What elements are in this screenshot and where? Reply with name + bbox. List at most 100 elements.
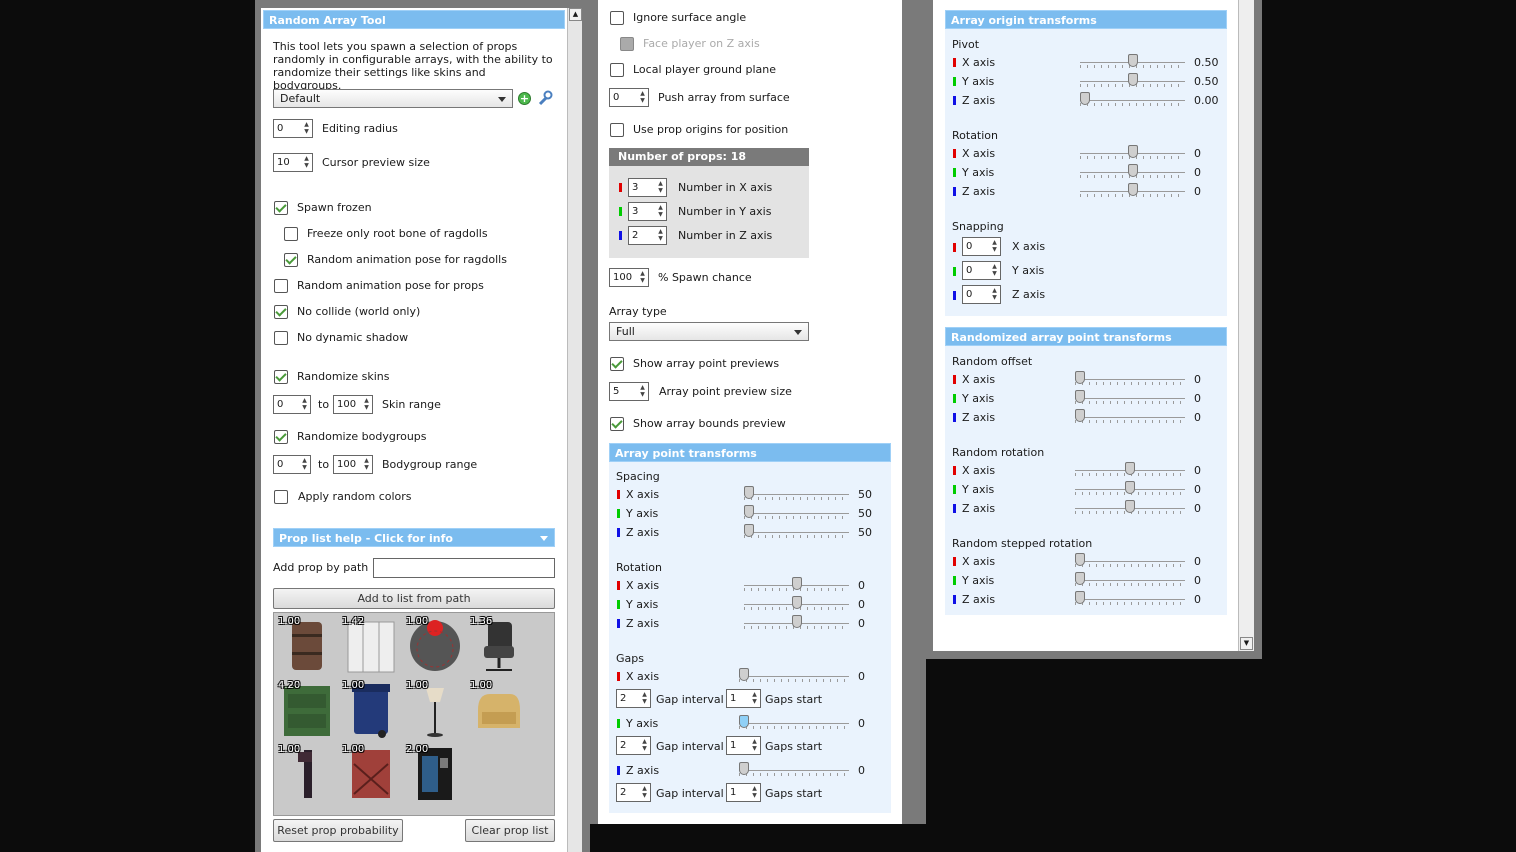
skin-to-input[interactable]: 100 ▲ ▼: [333, 395, 373, 414]
random-rotation-slider[interactable]: [1075, 481, 1185, 495]
mid-rotation-slider[interactable]: [744, 615, 849, 629]
random-offset-slider[interactable]: [1075, 371, 1185, 385]
pivot-slider[interactable]: [1080, 92, 1185, 106]
prop-lockers[interactable]: 1.42: [342, 616, 400, 674]
use-origins-checkbox[interactable]: [610, 123, 624, 137]
prop-office-chair[interactable]: 1.36: [470, 616, 528, 674]
random-stepped-slider-knob[interactable]: [1075, 553, 1085, 566]
random-offset-slider-knob[interactable]: [1075, 409, 1085, 422]
no-collide-checkbox[interactable]: [274, 305, 288, 319]
pivot-slider-knob[interactable]: [1127, 54, 1138, 67]
scrollbar-left[interactable]: ▲: [567, 8, 582, 852]
gap-slider-knob[interactable]: [739, 762, 749, 775]
mid-rotation-slider[interactable]: [744, 577, 849, 591]
scroll-down-icon[interactable]: ▼: [1240, 637, 1253, 650]
gap-interval-input[interactable]: 2 ▲ ▼: [616, 736, 651, 755]
prop-trash-bin[interactable]: 1.00: [342, 680, 400, 738]
prop-coat-rack[interactable]: 1.00: [278, 744, 336, 802]
scroll-up-icon[interactable]: ▲: [569, 8, 582, 21]
show-previews-checkbox[interactable]: [610, 357, 624, 371]
right-rotation-slider[interactable]: [1080, 145, 1185, 159]
pivot-slider-knob[interactable]: [1080, 92, 1090, 105]
gap-slider[interactable]: [739, 668, 849, 682]
push-array-input[interactable]: 0 ▲ ▼: [609, 88, 649, 107]
random-stepped-slider-knob[interactable]: [1075, 591, 1085, 604]
spacing-slider-knob[interactable]: [744, 486, 754, 499]
random-rotation-slider-knob[interactable]: [1125, 462, 1135, 475]
random-offset-slider[interactable]: [1075, 409, 1185, 423]
right-rotation-slider-knob[interactable]: [1127, 164, 1138, 177]
random-stepped-slider-knob[interactable]: [1075, 572, 1085, 585]
random-stepped-slider[interactable]: [1075, 553, 1185, 567]
spacing-slider[interactable]: [744, 524, 849, 538]
gap-slider-knob[interactable]: [739, 715, 749, 728]
snap-input[interactable]: 0 ▲ ▼: [962, 285, 1001, 304]
prop-vending-machine[interactable]: 2.00: [406, 744, 464, 802]
preset-dropdown[interactable]: Default: [273, 89, 513, 108]
pivot-slider[interactable]: [1080, 54, 1185, 68]
random-anim-ragdolls-checkbox[interactable]: [284, 253, 298, 267]
snap-input[interactable]: 0 ▲ ▼: [962, 261, 1001, 280]
snap-input[interactable]: 0 ▲ ▼: [962, 237, 1001, 256]
random-anim-props-checkbox[interactable]: [274, 279, 288, 293]
right-rotation-slider[interactable]: [1080, 183, 1185, 197]
gap-slider[interactable]: [739, 762, 849, 776]
gap-slider[interactable]: [739, 715, 849, 729]
random-rotation-slider[interactable]: [1075, 462, 1185, 476]
freeze-root-checkbox[interactable]: [284, 227, 298, 241]
ignore-surface-checkbox[interactable]: [610, 11, 624, 25]
pivot-slider-knob[interactable]: [1127, 73, 1138, 86]
random-offset-slider-knob[interactable]: [1075, 390, 1085, 403]
gaps-start-input[interactable]: 1 ▲ ▼: [726, 783, 761, 802]
prop-crate[interactable]: 1.00: [342, 744, 400, 802]
show-bounds-checkbox[interactable]: [610, 417, 624, 431]
gaps-start-input[interactable]: 1 ▲ ▼: [726, 689, 761, 708]
clear-prop-list-button[interactable]: Clear prop list: [465, 819, 555, 842]
prop-filing-cabinet[interactable]: 4.20: [278, 680, 336, 738]
pivot-slider[interactable]: [1080, 73, 1185, 87]
mid-rotation-slider-knob[interactable]: [791, 615, 802, 628]
wrench-icon[interactable]: [537, 90, 553, 106]
add-to-list-button[interactable]: Add to list from path: [273, 588, 555, 609]
face-player-checkbox[interactable]: [620, 37, 634, 51]
random-stepped-slider[interactable]: [1075, 591, 1185, 605]
mid-rotation-slider-knob[interactable]: [791, 577, 802, 590]
randomize-skins-checkbox[interactable]: [274, 370, 288, 384]
prop-bomb[interactable]: 1.00: [406, 616, 464, 674]
reset-probability-button[interactable]: Reset prop probability: [273, 819, 403, 842]
random-stepped-slider[interactable]: [1075, 572, 1185, 586]
prop-lamp[interactable]: 1.00: [406, 680, 464, 738]
gap-interval-input[interactable]: 2 ▲ ▼: [616, 783, 651, 802]
scrollbar-right[interactable]: ▼: [1238, 0, 1254, 651]
add-preset-icon[interactable]: +: [518, 92, 531, 105]
random-colors-checkbox[interactable]: [274, 490, 288, 504]
spacing-slider-knob[interactable]: [744, 505, 754, 518]
add-prop-path-input[interactable]: [373, 558, 555, 578]
array-type-dropdown[interactable]: Full: [609, 322, 809, 341]
random-offset-slider[interactable]: [1075, 390, 1185, 404]
random-rotation-slider-knob[interactable]: [1125, 481, 1135, 494]
spacing-slider[interactable]: [744, 486, 849, 500]
local-ground-checkbox[interactable]: [610, 63, 624, 77]
spawn-chance-input[interactable]: 100 ▲ ▼: [609, 268, 649, 287]
num-y-input[interactable]: 3 ▲ ▼: [628, 202, 667, 221]
randomize-bodygroups-checkbox[interactable]: [274, 430, 288, 444]
num-x-input[interactable]: 3 ▲ ▼: [628, 178, 667, 197]
prop-armchair[interactable]: 1.00: [470, 680, 528, 738]
preview-size-input[interactable]: 5 ▲ ▼: [609, 382, 649, 401]
num-z-input[interactable]: 2 ▲ ▼: [628, 226, 667, 245]
random-rotation-slider-knob[interactable]: [1125, 500, 1135, 513]
prop-help-header[interactable]: Prop list help - Click for info: [273, 528, 555, 547]
gap-interval-input[interactable]: 2 ▲ ▼: [616, 689, 651, 708]
mid-rotation-slider-knob[interactable]: [791, 596, 802, 609]
right-rotation-slider[interactable]: [1080, 164, 1185, 178]
editing-radius-input[interactable]: 0 ▲ ▼: [273, 119, 313, 138]
gaps-start-input[interactable]: 1 ▲ ▼: [726, 736, 761, 755]
right-rotation-slider-knob[interactable]: [1127, 183, 1138, 196]
mid-rotation-slider[interactable]: [744, 596, 849, 610]
right-rotation-slider-knob[interactable]: [1127, 145, 1138, 158]
skin-from-input[interactable]: 0 ▲ ▼: [273, 395, 311, 414]
spacing-slider-knob[interactable]: [744, 524, 754, 537]
bodygroup-to-input[interactable]: 100 ▲ ▼: [333, 455, 373, 474]
random-offset-slider-knob[interactable]: [1075, 371, 1085, 384]
